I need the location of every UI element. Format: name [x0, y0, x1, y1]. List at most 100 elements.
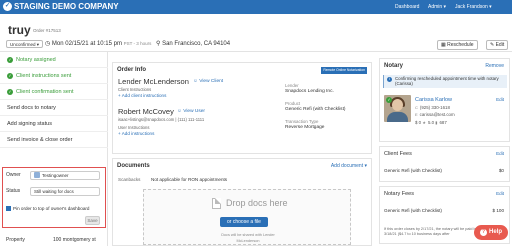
- notary-count: 687: [439, 120, 447, 125]
- transaction-value: Reverse Mortgage: [285, 125, 325, 130]
- step-invoice-close[interactable]: Send invoice & close order: [0, 132, 108, 148]
- payment-note: If this order closes by 2/17/21, the not…: [384, 227, 478, 236]
- step-client-instructions[interactable]: ✓ Client instructions sent: [0, 68, 108, 84]
- owner-status-panel: Owner Testingowner Status Still waiting …: [2, 167, 106, 228]
- edit-label: Edit: [495, 42, 505, 48]
- owner-avatar-icon: [34, 172, 40, 178]
- documents-title: Documents: [117, 163, 150, 169]
- owner-value: Testingowner: [42, 173, 69, 178]
- notary-phone: C (925) 330-1618: [415, 105, 450, 110]
- nav-user-menu[interactable]: Jack Frandson ▾: [455, 4, 492, 10]
- add-instructions-link[interactable]: + Add instructions: [118, 131, 154, 136]
- alert-text: Confirming rescheduled appointment time …: [395, 76, 499, 86]
- notary-fees-title: Notary Fees: [384, 191, 414, 197]
- order-number: Order #17513: [33, 28, 61, 33]
- lender-value: Snapdocs Lending Inc.: [285, 89, 334, 94]
- star-icon: ★: [422, 120, 426, 125]
- help-button[interactable]: ? Help: [474, 225, 508, 240]
- nav-dashboard[interactable]: Dashboard: [395, 4, 419, 10]
- client-fees-title: Client Fees: [384, 151, 412, 157]
- notary-stats: $ 0 ★ 5.0 ▮ 687: [415, 120, 447, 125]
- step-client-confirmation[interactable]: ✓ Client confirmation sent: [0, 84, 108, 100]
- verified-check-icon: ✓: [386, 97, 392, 103]
- step-send-docs[interactable]: Send docs to notary: [0, 100, 108, 116]
- product-value: Generic Refi (with Checklist): [285, 107, 346, 112]
- status-label: Status: [6, 188, 21, 194]
- view-user-label: View User: [183, 109, 206, 114]
- page-title: truy: [8, 23, 31, 37]
- client-name: Lender McLenderson: [118, 77, 189, 86]
- top-navbar: ✓ STAGING DEMO COMPANY Dashboard Admin ▾ …: [0, 0, 512, 14]
- check-circle-icon: ✓: [7, 56, 13, 63]
- client-instructions-label: Client Instructions: [118, 87, 152, 92]
- notary-fee: $ 0: [415, 120, 422, 125]
- client-fees-card: Client Fees Edit Generic Refi (with Chec…: [379, 146, 510, 182]
- reschedule-button[interactable]: ▦ Reschedule: [437, 40, 478, 50]
- question-icon: ?: [479, 229, 487, 236]
- nav-admin[interactable]: Admin ▾: [428, 4, 446, 10]
- client-fee-amount: $0: [498, 168, 504, 173]
- order-info-title: Order Info: [117, 67, 147, 73]
- timezone-text: PST - 3 hours: [123, 41, 152, 46]
- reschedule-label: Reschedule: [447, 42, 474, 48]
- notary-card: Notary Remove i Confirming rescheduled ap…: [379, 58, 510, 142]
- notary-avatar: ✓: [384, 95, 411, 122]
- edit-order-button[interactable]: ✎ Edit: [486, 40, 509, 50]
- step-label: Notary assigned: [16, 57, 56, 63]
- notary-fee-amount: $ 100: [492, 208, 505, 213]
- property-value: 100 montgomery st: [53, 237, 96, 243]
- email-icon: E: [415, 112, 418, 117]
- info-icon: i: [387, 77, 392, 82]
- user-contact: isaac+listings@snapdocs.com | (111) 111-…: [118, 117, 205, 122]
- notary-fee-item: Generic Refi (with Checklist): [384, 208, 442, 213]
- ron-badge: Remote Online Notarization: [321, 67, 367, 74]
- add-client-instructions-label: Add client instructions: [121, 93, 167, 98]
- user-instructions-label: User Instructions: [118, 125, 150, 130]
- step-notary-assigned[interactable]: ✓ Notary assigned: [0, 52, 108, 68]
- edit-notary-fees-link[interactable]: Edit: [496, 191, 504, 196]
- transaction-label: Transaction Type: [285, 119, 319, 124]
- check-circle-icon: ✓: [7, 72, 13, 79]
- reschedule-alert: i Confirming rescheduled appointment time…: [383, 75, 507, 88]
- add-instructions-label: Add instructions: [121, 131, 155, 136]
- property-label: Property: [6, 237, 25, 243]
- notary-name-link[interactable]: Carissa Karlow: [415, 97, 452, 103]
- add-client-instructions-link[interactable]: + Add client instructions: [118, 93, 166, 98]
- edit-notary-link[interactable]: Edit: [496, 97, 504, 102]
- app-logo[interactable]: ✓ STAGING DEMO COMPANY: [3, 2, 119, 12]
- notary-title: Notary: [384, 63, 404, 69]
- app-title: STAGING DEMO COMPANY: [14, 2, 119, 11]
- step-label: Client confirmation sent: [16, 89, 74, 95]
- signings-icon: ▮: [435, 120, 438, 125]
- order-info-card: Order Info Remote Online Notarization Le…: [112, 62, 372, 154]
- order-header: truy Order #17513 Unconfirmed ▾ ◷ Mon 02…: [0, 14, 512, 52]
- step-signing-status[interactable]: Add signing status: [0, 116, 108, 132]
- lender-label: Lender: [285, 83, 299, 88]
- view-user-link[interactable]: ☺ View User: [177, 109, 205, 114]
- appointment-datetime: ◷ Mon 02/15/21 at 10:15 pm PST - 3 hours: [45, 40, 151, 48]
- product-label: Product: [285, 101, 301, 106]
- notary-email: Ecarissa@test.com: [415, 112, 455, 117]
- save-button[interactable]: Save: [85, 216, 100, 225]
- avatar-shirt: [387, 112, 408, 122]
- choose-file-button[interactable]: or choose a file: [220, 217, 268, 227]
- owner-select[interactable]: Testingowner: [30, 171, 100, 180]
- document-dropzone[interactable]: Drop docs here or choose a file Docs wil…: [143, 189, 351, 245]
- drop-docs-text: Drop docs here: [226, 198, 288, 208]
- remove-notary-link[interactable]: Remove: [485, 63, 504, 69]
- owner-label: Owner: [6, 172, 21, 178]
- avatar-face: [392, 99, 403, 111]
- user-name: Robert McCovey: [118, 107, 174, 116]
- datetime-text: Mon 02/15/21 at 10:15 pm: [51, 41, 122, 47]
- view-client-link[interactable]: ☺ View Client: [193, 79, 223, 84]
- share-note: Docs will be shared with Lender: [221, 233, 275, 237]
- pin-order-checkbox[interactable]: Pin order to top of owner's dashboard: [6, 206, 89, 212]
- clock-icon: ◷: [45, 41, 52, 47]
- add-document-dropdown[interactable]: Add document ▾: [331, 163, 367, 169]
- status-input[interactable]: Still waiting for docs: [30, 187, 100, 196]
- pin-label: Pin order to top of owner's dashboard: [13, 206, 90, 211]
- edit-client-fees-link[interactable]: Edit: [496, 151, 504, 156]
- checkmark-icon: ✓: [3, 2, 12, 11]
- status-dropdown[interactable]: Unconfirmed ▾: [6, 40, 44, 48]
- step-label: Client instructions sent: [16, 73, 72, 79]
